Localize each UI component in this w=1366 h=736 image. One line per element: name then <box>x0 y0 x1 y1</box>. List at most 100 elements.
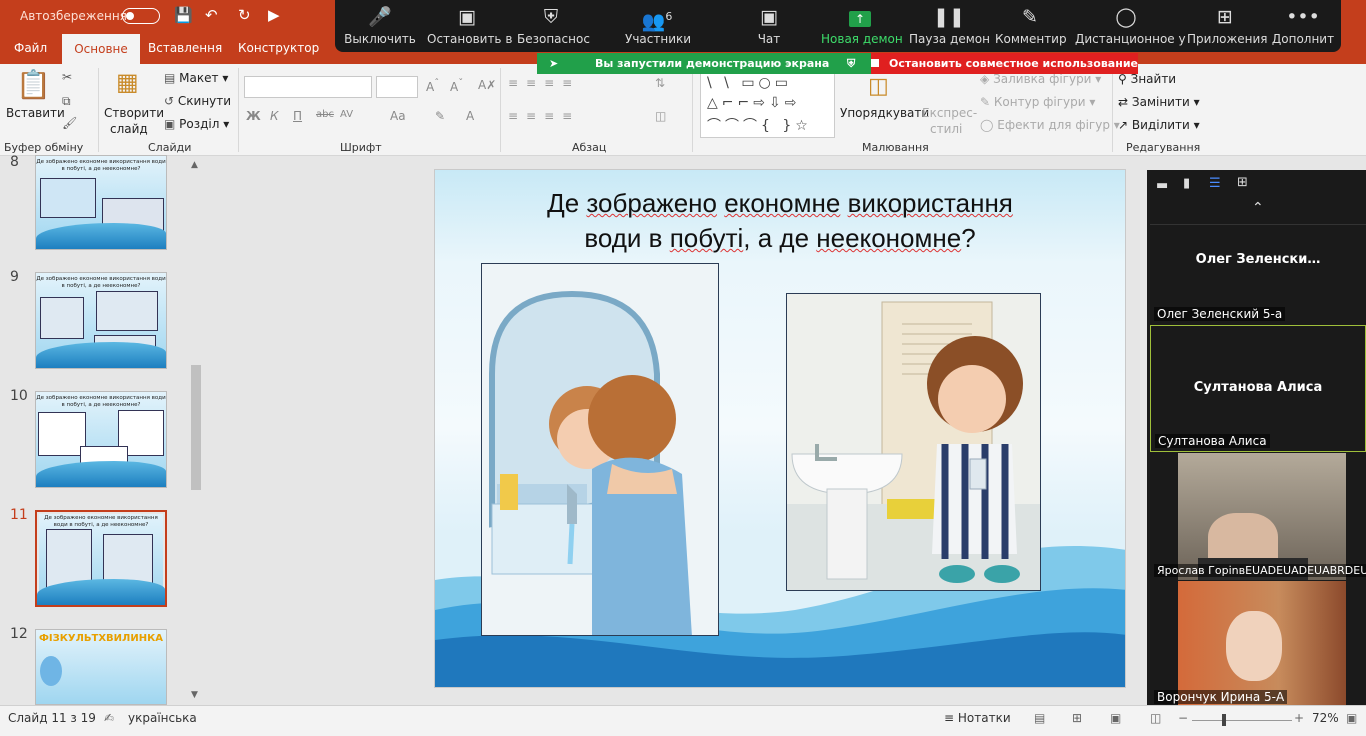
redo-icon[interactable]: ↻ <box>238 6 251 24</box>
slide-sorter-icon[interactable]: ⊞ <box>1072 711 1082 725</box>
spacing-button[interactable]: AV <box>340 109 353 120</box>
zoom-out-icon[interactable]: − <box>1178 711 1188 725</box>
autosave-toggle[interactable] <box>122 8 160 24</box>
slide-thumbnail-10[interactable]: Де зображено економне використання води … <box>35 391 167 488</box>
normal-view-icon[interactable]: ▤ <box>1034 711 1045 725</box>
shape-outline-button[interactable]: ✎ Контур фігури ▾ <box>980 95 1095 109</box>
slide-thumbnail-12[interactable]: ФІЗКУЛЬТХВИЛИНКА <box>35 629 167 705</box>
tab-design[interactable]: Конструктор <box>238 41 319 55</box>
gallery-view-icon[interactable]: ⊞ <box>1237 175 1248 190</box>
boy-with-toothbrush-image[interactable] <box>786 293 1041 591</box>
stop-video-button[interactable]: ▣ Остановить в <box>427 0 512 52</box>
language-label[interactable]: українська <box>128 711 197 725</box>
quick-styles-label-1[interactable]: Експрес- <box>922 106 977 120</box>
participants-button[interactable]: 👥6 Участники <box>625 0 691 52</box>
slide-canvas[interactable]: Де зображено економне використання води … <box>434 169 1126 688</box>
new-share-button[interactable]: ↑ Новая демон <box>821 0 903 52</box>
spellcheck-icon[interactable]: ✍ <box>104 711 114 725</box>
minimize-view-icon[interactable]: ▬ <box>1156 178 1168 193</box>
text-direction-icon[interactable]: ⇅ <box>655 76 665 90</box>
layout-button[interactable]: ▤ Макет ▾ <box>164 71 228 85</box>
strikethrough-button[interactable]: abc <box>316 109 334 120</box>
speaker-view-icon[interactable]: ▮ <box>1183 176 1190 191</box>
chat-button[interactable]: ▣ Чат <box>747 0 791 52</box>
remote-control-button[interactable]: ◯ Дистанционное у <box>1075 0 1186 52</box>
shape-fill-button[interactable]: ◈ Заливка фігури ▾ <box>980 72 1101 86</box>
pause-share-button[interactable]: ❚❚ Пауза демон <box>909 0 990 52</box>
find-button[interactable]: ⚲ Знайти <box>1118 72 1176 86</box>
slide-title[interactable]: Де зображено економне використання води … <box>495 186 1065 256</box>
thumbnail-title: Де зображено економне використання води … <box>36 276 166 289</box>
copy-icon[interactable]: ⧉ <box>62 94 71 109</box>
reset-button[interactable]: ↺ Скинути <box>164 94 231 108</box>
font-size-input[interactable] <box>376 76 418 98</box>
scrollbar-thumb[interactable] <box>191 365 201 490</box>
list-buttons-icon[interactable]: ≡≡≡≡ <box>508 76 580 90</box>
participant-video-tile[interactable]: Ярослав ГоріnвEUADEUADEUABRDEUA❤ <box>1150 453 1366 580</box>
boy-at-mirror-image[interactable] <box>481 263 719 636</box>
stop-share-button[interactable]: Остановить совместное использование <box>871 53 1138 74</box>
reading-view-icon[interactable]: ▣ <box>1110 711 1121 725</box>
arrange-button[interactable]: Упорядкувати <box>840 106 929 120</box>
slide-thumbnail-8[interactable]: Де зображено економне використання води … <box>35 155 167 250</box>
mute-button[interactable]: 🎤 Выключить <box>343 0 417 52</box>
zoom-slider-handle[interactable] <box>1222 714 1226 726</box>
bold-button[interactable]: Ж <box>246 109 261 123</box>
select-button[interactable]: ↗ Виділити ▾ <box>1118 118 1200 132</box>
apps-button[interactable]: ⊞ Приложения <box>1187 0 1268 52</box>
paste-icon[interactable]: 📋 <box>16 68 51 101</box>
notes-button[interactable]: ≡ Нотатки <box>944 711 1011 725</box>
participant-tile[interactable]: Олег Зеленски… Олег Зеленский 5-а <box>1150 224 1366 324</box>
undo-icon[interactable]: ↶ <box>205 6 218 24</box>
new-slide-label-1[interactable]: Створити <box>104 106 164 120</box>
fit-to-window-icon[interactable]: ▣ <box>1346 711 1357 725</box>
underline-button[interactable]: П <box>293 109 302 123</box>
participant-video-tile[interactable]: Ворончук Ирина 5-А <box>1150 581 1366 707</box>
zoom-level[interactable]: 72% <box>1312 711 1339 725</box>
tab-insert[interactable]: Вставлення <box>148 41 222 55</box>
highlight-icon[interactable]: ✎ <box>435 109 445 123</box>
shrink-font-icon[interactable]: Aˇ <box>450 78 463 94</box>
annotate-button[interactable]: ✎ Комментир <box>995 0 1067 52</box>
scroll-up-icon[interactable]: ▲ <box>191 160 198 170</box>
shapes-gallery[interactable]: \ \ ▭○▭ △⌐⌐⇨⇩⇨ ⌒⌒⌒{ }☆ <box>700 72 835 138</box>
security-button[interactable]: ⛨ Безопаснос <box>517 0 590 52</box>
thumbnail-scrollbar[interactable]: ▲ ▼ <box>188 160 204 705</box>
save-icon[interactable]: 💾 <box>174 6 193 24</box>
scroll-down-icon[interactable]: ▼ <box>191 690 198 700</box>
zoom-in-icon[interactable]: + <box>1294 711 1304 725</box>
section-button[interactable]: ▣ Розділ ▾ <box>164 117 229 131</box>
scroll-up-chevron-icon[interactable]: ⌃ <box>1252 200 1264 216</box>
new-slide-label-2[interactable]: слайд <box>110 122 148 136</box>
new-slide-icon[interactable]: ▦ <box>116 68 139 96</box>
arrange-icon[interactable]: ◫ <box>868 74 889 99</box>
shape-effects-button[interactable]: ◯ Ефекти для фігур ▾ <box>980 118 1120 132</box>
shapes-row-1-icon: \ \ ▭○▭ <box>707 75 793 91</box>
font-color-icon[interactable]: A <box>466 109 474 123</box>
tab-file[interactable]: Файл <box>14 41 47 55</box>
replace-button[interactable]: ⇄ Замінити ▾ <box>1118 95 1200 109</box>
quick-styles-label-2[interactable]: стилі <box>930 122 962 136</box>
grow-font-icon[interactable]: Aˆ <box>426 78 439 94</box>
change-case-button[interactable]: Aa <box>390 109 406 123</box>
italic-button[interactable]: К <box>270 109 279 123</box>
zoom-slider[interactable] <box>1192 720 1292 721</box>
cut-icon[interactable]: ✂ <box>62 70 72 84</box>
slide-thumbnail-9[interactable]: Де зображено економне використання води … <box>35 272 167 369</box>
tab-home[interactable]: Основне <box>62 34 140 64</box>
title-text: ? <box>961 223 976 253</box>
convert-smartart-icon[interactable]: ◫ <box>655 109 666 123</box>
format-painter-icon[interactable]: 🖌 <box>62 116 77 130</box>
present-from-start-icon[interactable]: ▶ <box>268 6 280 24</box>
strip-view-icon[interactable]: ☰ <box>1209 176 1221 191</box>
paste-button[interactable]: Вставити <box>6 106 65 120</box>
font-family-input[interactable] <box>244 76 372 98</box>
reset-label: Скинути <box>177 94 232 108</box>
more-button[interactable]: ••• Дополнит <box>1271 0 1335 52</box>
slideshow-icon[interactable]: ◫ <box>1150 711 1161 725</box>
align-buttons-icon[interactable]: ≡≡≡≡ <box>508 109 580 123</box>
clear-format-icon[interactable]: A✗ <box>478 78 496 92</box>
replace-icon: ⇄ <box>1118 95 1129 109</box>
slide-thumbnail-11-selected[interactable]: Де зображено економне використання води … <box>35 510 167 607</box>
participant-tile-active-speaker[interactable]: Султанова Алиса Султанова Алиса <box>1150 325 1366 452</box>
